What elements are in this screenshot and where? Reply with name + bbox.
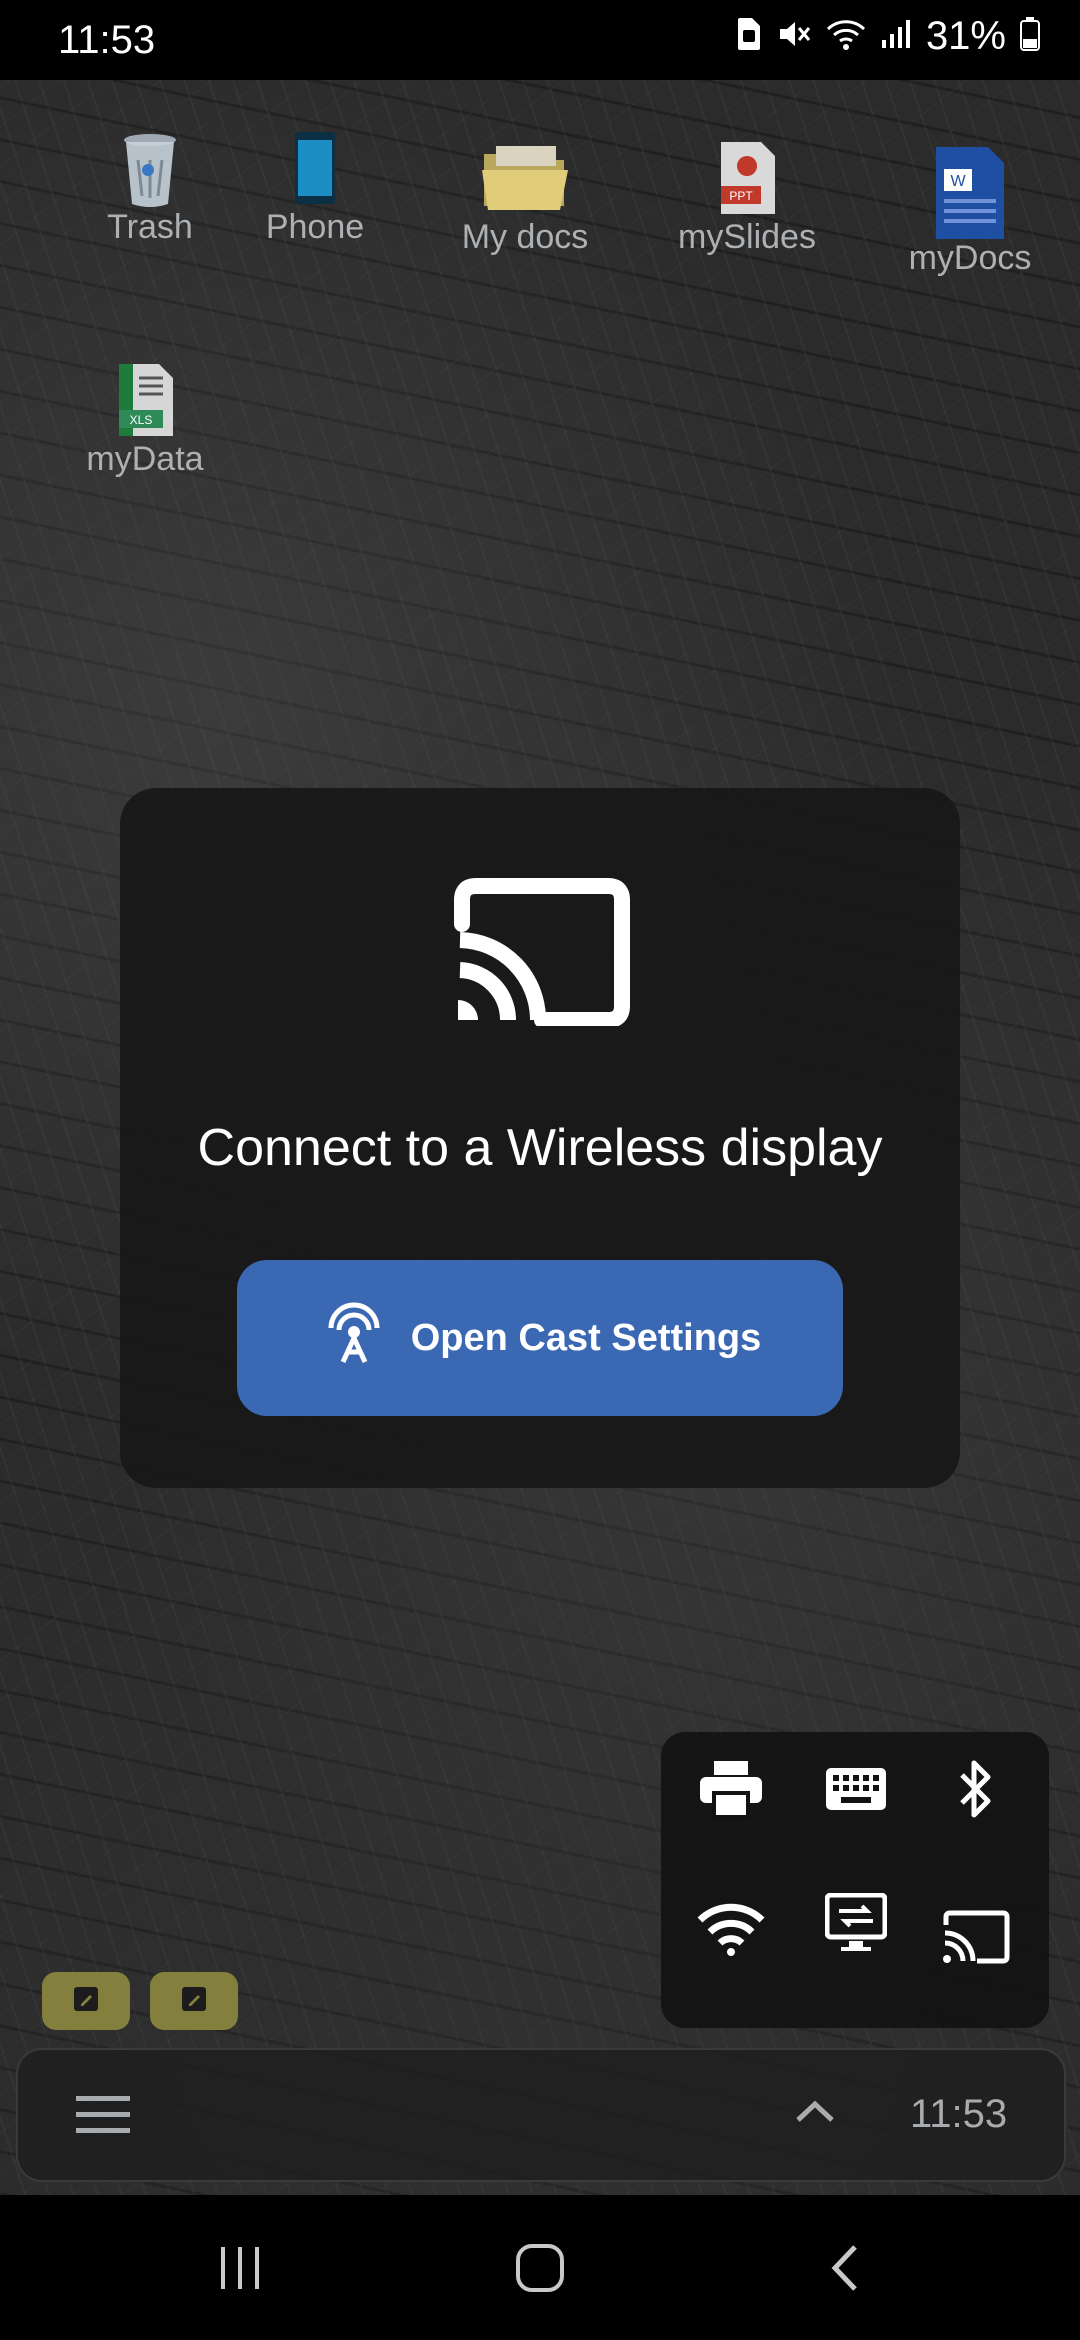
folder-icon bbox=[480, 140, 570, 212]
bluetooth-icon[interactable] bbox=[931, 1744, 1021, 1834]
phone-icon bbox=[283, 130, 347, 204]
word-doc-icon: W bbox=[930, 145, 1010, 245]
status-time: 11:53 bbox=[58, 18, 156, 62]
screen: 11:53 31% Trash Phone My docs PPT mySlid… bbox=[0, 0, 1080, 2340]
quick-settings-panel bbox=[661, 1732, 1049, 2028]
svg-text:PPT: PPT bbox=[729, 189, 753, 203]
svg-text:XLS: XLS bbox=[130, 413, 153, 427]
status-icons: 31% bbox=[736, 14, 1040, 59]
navigation-bar bbox=[0, 2195, 1080, 2340]
battery-percent: 31% bbox=[925, 14, 1006, 58]
xls-icon: XLS bbox=[113, 362, 177, 436]
wifi-icon bbox=[826, 17, 866, 56]
battery-icon bbox=[1020, 17, 1040, 56]
printer-icon[interactable] bbox=[686, 1744, 776, 1834]
broadcast-icon bbox=[319, 1298, 389, 1378]
note-icon bbox=[179, 1984, 209, 2019]
cast-icon bbox=[450, 876, 630, 1028]
menu-icon[interactable] bbox=[74, 2092, 134, 2138]
note-icon bbox=[71, 1984, 101, 2019]
open-cast-settings-button[interactable]: Open Cast Settings bbox=[237, 1260, 843, 1416]
desktop-icon-mydata[interactable]: XLS myData bbox=[70, 362, 220, 479]
desktop-icon-trash[interactable]: Trash bbox=[75, 130, 225, 247]
keyboard-icon[interactable] bbox=[811, 1744, 901, 1834]
home-icon[interactable] bbox=[500, 2233, 580, 2303]
status-bar: 11:53 31% bbox=[0, 0, 1080, 80]
cast-dialog-title: Connect to a Wireless display bbox=[197, 1119, 883, 1177]
recents-icon[interactable] bbox=[200, 2233, 280, 2303]
chevron-up-icon[interactable] bbox=[790, 2088, 840, 2138]
trash-icon bbox=[118, 130, 182, 207]
open-cast-settings-label: Open Cast Settings bbox=[410, 1316, 762, 1359]
desktop-icon-my-docs[interactable]: My docs bbox=[450, 140, 600, 257]
desktop-icon-mydocs[interactable]: W myDocs bbox=[895, 145, 1045, 278]
desktop: Trash Phone My docs PPT mySlides W myDoc… bbox=[0, 80, 1080, 2195]
taskbar: 11:53 bbox=[16, 2048, 1066, 2182]
cast-icon[interactable] bbox=[931, 1892, 1021, 1982]
display-settings-icon[interactable] bbox=[811, 1878, 901, 1968]
cast-dialog: Connect to a Wireless display Open Cast … bbox=[120, 788, 960, 1488]
wifi-icon[interactable] bbox=[686, 1884, 776, 1974]
sim-card-icon bbox=[736, 16, 762, 57]
sticky-note-button-2[interactable] bbox=[150, 1972, 238, 2030]
svg-text:W: W bbox=[950, 173, 966, 190]
sticky-note-button-1[interactable] bbox=[42, 1972, 130, 2030]
desktop-icon-myslides[interactable]: PPT mySlides bbox=[672, 140, 822, 257]
signal-icon bbox=[880, 18, 912, 55]
back-icon[interactable] bbox=[805, 2233, 885, 2303]
ppt-icon: PPT bbox=[715, 140, 779, 214]
desktop-icon-phone[interactable]: Phone bbox=[240, 130, 390, 247]
mute-icon bbox=[776, 16, 812, 57]
taskbar-clock: 11:53 bbox=[910, 2092, 1008, 2136]
